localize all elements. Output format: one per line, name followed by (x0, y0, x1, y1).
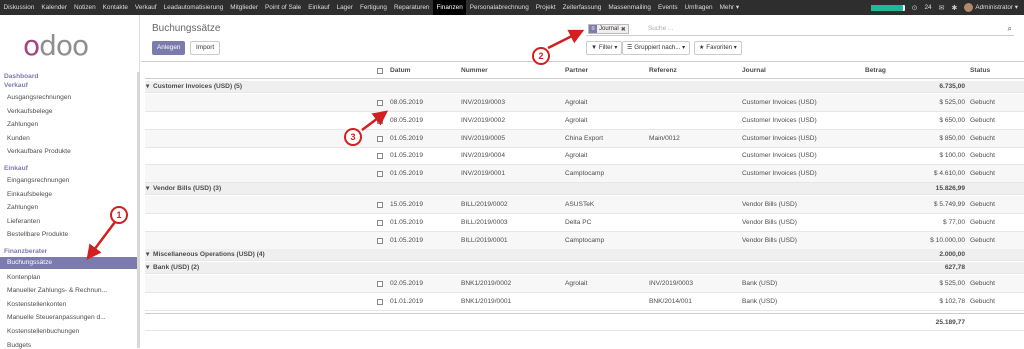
arrow-3 (361, 110, 388, 131)
arrow-1 (86, 221, 116, 260)
annotation-badge-1: 1 (110, 206, 128, 224)
annotation-badge-2: 2 (532, 47, 550, 65)
arrow-2 (547, 29, 585, 50)
annotation-arrows (86, 29, 585, 260)
annotation-badge-3: 3 (344, 128, 362, 146)
